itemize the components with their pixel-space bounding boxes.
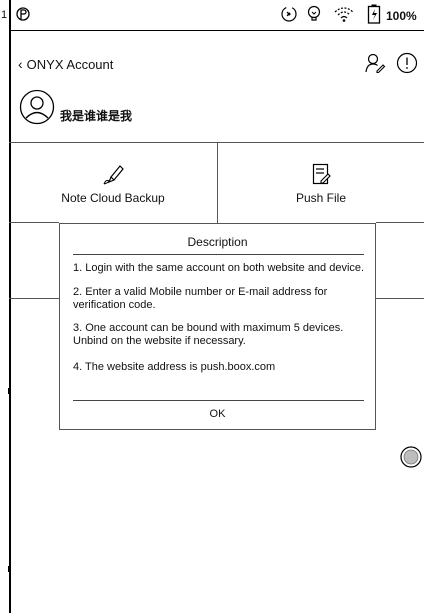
edge-marker bbox=[8, 388, 11, 394]
file-edit-icon bbox=[312, 163, 332, 190]
dialog-title: Description bbox=[187, 235, 248, 249]
status-divider bbox=[9, 30, 424, 31]
dialog-item: 1. Login with the same account on both w… bbox=[73, 262, 365, 274]
pen-cloud-icon bbox=[103, 163, 125, 190]
dialog-divider bbox=[73, 254, 364, 255]
lightbulb-icon[interactable] bbox=[306, 5, 322, 28]
username: 我是谁谁是我 bbox=[60, 109, 133, 123]
dialog-divider bbox=[73, 400, 364, 401]
dialog-item: 4. The website address is push.boox.com bbox=[73, 361, 276, 373]
status-bar: 1 100% bbox=[0, 0, 424, 30]
description-dialog: Description 1. Login with the same accou… bbox=[59, 223, 376, 430]
grid-divider-lower-right bbox=[376, 298, 424, 299]
battery-icon bbox=[367, 4, 381, 29]
tile-note-cloud-backup[interactable]: Note Cloud Backup bbox=[9, 143, 217, 222]
p-icon bbox=[16, 5, 30, 28]
ok-button[interactable]: OK bbox=[60, 408, 375, 420]
edge-marker bbox=[8, 566, 11, 572]
battery-percent: 100% bbox=[386, 9, 417, 23]
grid-divider-mid-left bbox=[9, 222, 59, 223]
dialog-item: 2. Enter a valid Mobile number or E-mail… bbox=[73, 286, 328, 311]
tile-push-file[interactable]: Push File bbox=[218, 143, 424, 222]
grid-divider-lower-left bbox=[9, 298, 59, 299]
chevron-left-icon: ‹ bbox=[18, 56, 23, 72]
back-button[interactable]: ‹ ONYX Account bbox=[18, 56, 113, 72]
wifi-icon[interactable] bbox=[334, 6, 354, 27]
grid-divider-mid-right bbox=[376, 222, 424, 223]
avatar[interactable] bbox=[19, 89, 55, 130]
account-switch-icon[interactable] bbox=[364, 52, 386, 79]
tile-label: Push File bbox=[295, 191, 347, 205]
floating-ball-button[interactable] bbox=[400, 446, 422, 473]
page-title: ONYX Account bbox=[26, 56, 114, 72]
info-icon[interactable] bbox=[396, 52, 418, 79]
tile-label: Note Cloud Backup bbox=[61, 191, 165, 205]
dialog-item: 3. One account can be bound with maximum… bbox=[73, 322, 344, 347]
sync-icon[interactable] bbox=[280, 5, 298, 28]
status-number: 1 bbox=[1, 9, 8, 21]
